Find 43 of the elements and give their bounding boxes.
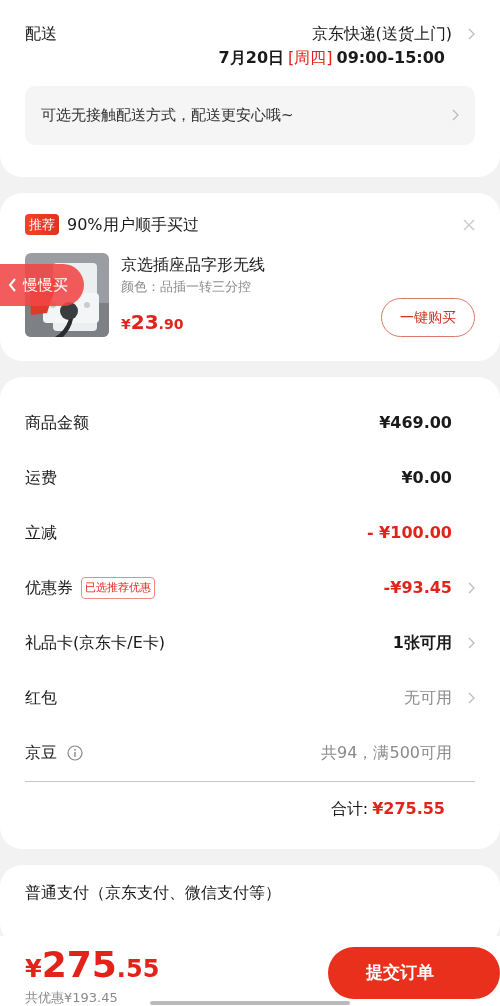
coupon-tag: 已选推荐优惠 [81, 576, 155, 600]
close-icon[interactable] [463, 218, 475, 231]
row-value[interactable]: 无可用 [404, 686, 452, 710]
row-value[interactable]: -¥93.45 [383, 576, 452, 600]
notice-banner[interactable]: 可选无接触配送方式，配送更安心哦~ [25, 86, 475, 145]
row-label: 优惠券 [25, 577, 73, 599]
delivery-date: 7月20日 [218, 47, 284, 69]
side-tab[interactable]: 慢慢买 [0, 264, 84, 306]
total-price: ¥275.55 [25, 943, 160, 987]
notice-text: 可选无接触配送方式，配送更安心哦~ [41, 105, 294, 126]
row-label: 运费 [25, 467, 57, 489]
product-spec: 颜色：品插一转三分控 [121, 277, 252, 296]
payment-title: 普通支付（京东支付、微信支付等） [25, 882, 281, 902]
total-value: ¥275.55 [372, 798, 445, 820]
submit-button[interactable]: 提交订单 [328, 947, 500, 999]
chevron-icon[interactable] [452, 109, 459, 122]
delivery-carrier[interactable]: 京东快递(送货上门) [311, 22, 452, 46]
row-label: 红包 [25, 687, 57, 709]
row-value: ¥469.00 [379, 412, 452, 434]
row-label: 商品金额 [25, 412, 89, 434]
chevron-icon[interactable] [468, 692, 475, 704]
chevron-icon[interactable] [468, 637, 475, 649]
delivery-weekday: [周四] [288, 47, 333, 69]
recommend-title: 90%用户顺手买过 [67, 213, 199, 236]
row-label: 立减 [25, 522, 57, 544]
chevron-icon[interactable] [468, 582, 475, 594]
recommend-tag: 推荐 [25, 213, 59, 236]
product-price: ¥23.90 [121, 308, 184, 336]
info-icon[interactable] [67, 745, 83, 761]
product-name: 京选插座品字形无线 [121, 253, 266, 276]
section-label: 配送 [25, 23, 57, 45]
row-value: ¥0.00 [401, 467, 452, 489]
row-label: 礼品卡(京东卡/E卡) [25, 632, 165, 654]
row-value: - ¥100.00 [366, 522, 452, 544]
total-label: 合计: [330, 798, 369, 820]
buy-button[interactable]: 一键购买 [381, 297, 475, 337]
delivery-time: 09:00-15:00 [336, 47, 445, 69]
row-label: 京豆 [25, 742, 57, 764]
row-value: 共94，满500可用 [321, 742, 452, 764]
row-value[interactable]: 1张可用 [392, 631, 452, 655]
side-tab-label: 慢慢买 [23, 274, 68, 296]
saved-amount: 共优惠¥193.45 [25, 989, 118, 1006]
chevron-icon[interactable] [468, 28, 475, 40]
